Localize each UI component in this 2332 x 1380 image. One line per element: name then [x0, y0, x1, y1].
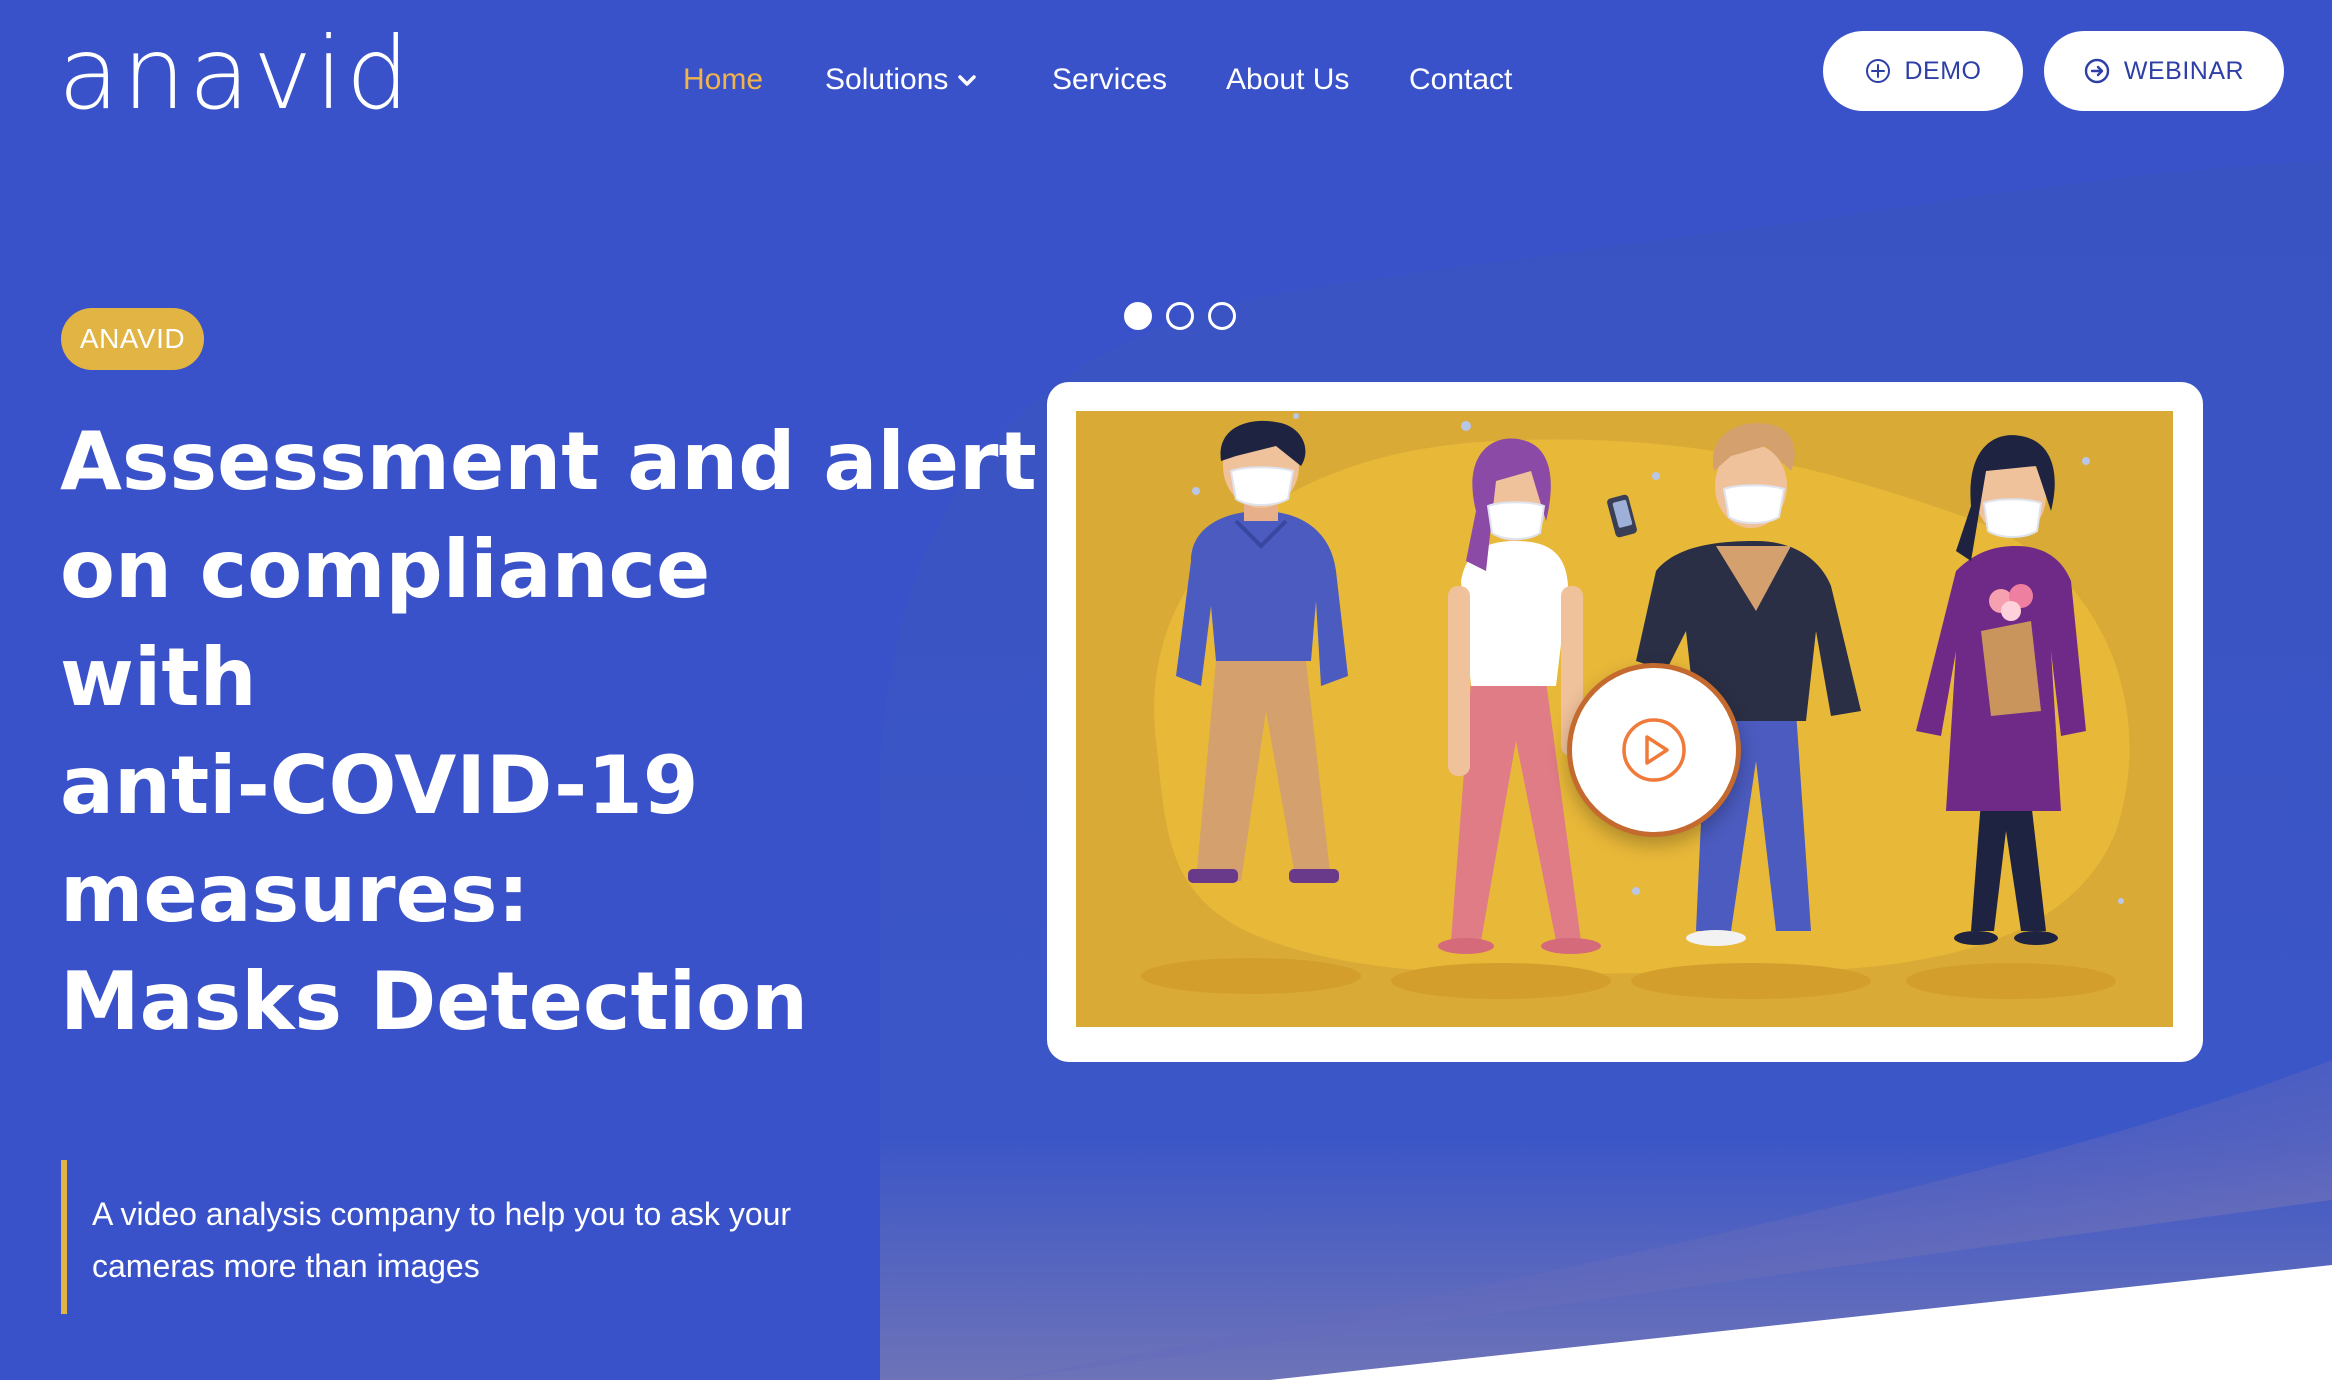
carousel-dot-3[interactable]	[1208, 302, 1236, 330]
chevron-down-icon	[958, 75, 977, 86]
carousel-dot-1[interactable]	[1124, 302, 1152, 330]
nav-item-label: About Us	[1226, 63, 1350, 96]
headline-line: with	[60, 631, 257, 724]
demo-button-label: DEMO	[1904, 56, 1982, 85]
headline-line: Masks Detection	[60, 955, 809, 1048]
brand-badge: ANAVID	[61, 308, 204, 370]
nav-item-contact[interactable]: Contact	[1409, 58, 1512, 102]
webinar-button[interactable]: WEBINAR	[2044, 31, 2284, 111]
arrow-circle-right-icon	[2084, 58, 2110, 84]
play-button[interactable]	[1567, 663, 1741, 837]
nav-item-home[interactable]: Home	[683, 58, 763, 102]
nav-item-about-us[interactable]: About Us	[1226, 58, 1349, 102]
headline-line: on compliance	[60, 523, 711, 616]
nav-item-solutions[interactable]: Solutions	[825, 58, 977, 102]
hero-page: anavid Home Solutions Services About Us …	[0, 0, 2332, 1380]
headline-line: anti-COVID-19	[60, 739, 699, 832]
hero-tagline: A video analysis company to help you to …	[61, 1160, 821, 1314]
video-thumbnail[interactable]	[1076, 411, 2173, 1027]
demo-button[interactable]: DEMO	[1823, 31, 2023, 111]
webinar-button-label: WEBINAR	[2123, 56, 2245, 85]
play-circle-icon	[1622, 718, 1686, 782]
plus-circle-icon	[1865, 59, 1890, 83]
headline-line: measures:	[60, 847, 530, 940]
carousel-dot-2[interactable]	[1166, 302, 1194, 330]
nav-item-label: Contact	[1409, 63, 1513, 96]
hero-headline: Assessment and alert on compliance with …	[60, 408, 1037, 1056]
brand-logo[interactable]: anavid	[58, 24, 412, 124]
video-card	[1047, 382, 2203, 1062]
headline-line: Assessment and alert	[60, 415, 1037, 508]
nav-item-label: Services	[1052, 63, 1168, 96]
nav-item-services[interactable]: Services	[1052, 58, 1167, 102]
nav-item-label: Home	[683, 63, 764, 96]
tagline-text: A video analysis company to help you to …	[92, 1196, 792, 1284]
nav-item-label: Solutions	[825, 63, 949, 96]
